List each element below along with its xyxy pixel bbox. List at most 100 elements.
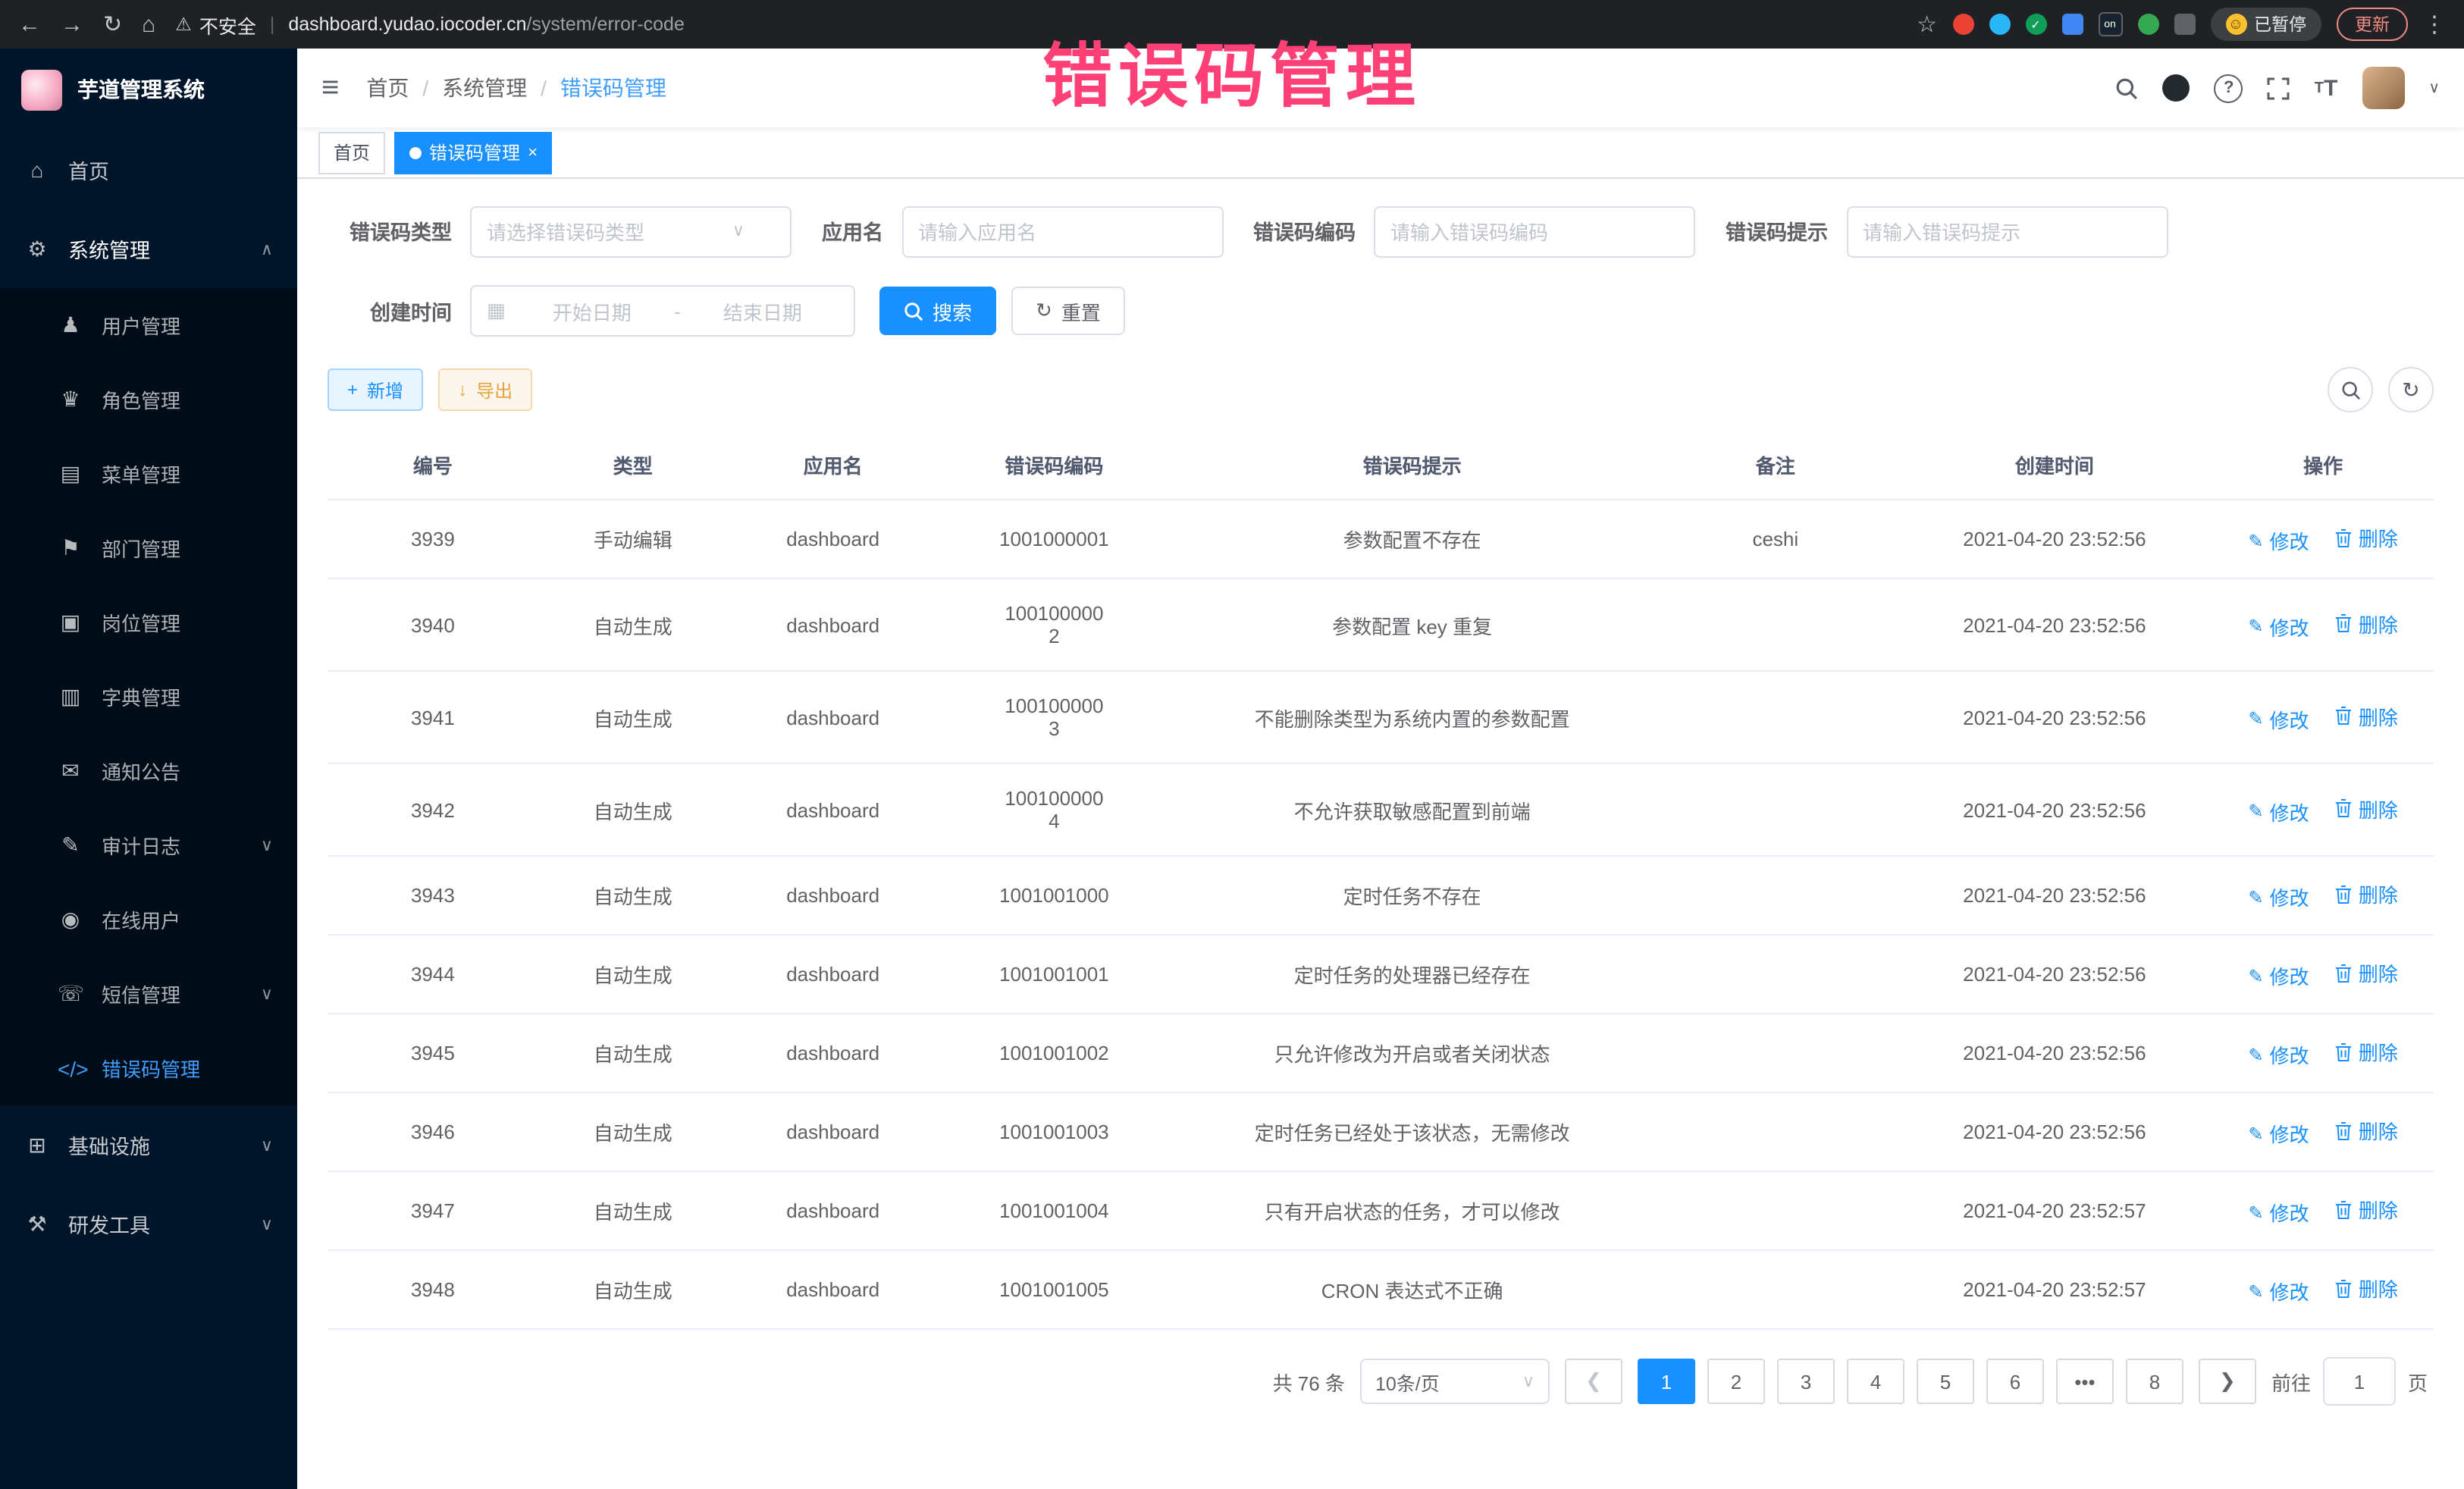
sidebar-item[interactable]: ⚙ 系统管理 ∧ — [0, 209, 297, 288]
prev-page-button[interactable]: ❮ — [1565, 1359, 1622, 1404]
delete-button[interactable]: 删除 — [2336, 879, 2398, 908]
delete-button[interactable]: 删除 — [2336, 958, 2398, 987]
code-value: 1001000001 — [999, 528, 1109, 550]
delete-button[interactable]: 删除 — [2336, 609, 2398, 638]
cell-create-time: 2021-04-20 23:52:57 — [1897, 1250, 2213, 1329]
edit-button[interactable]: ✎ 修改 — [2248, 612, 2309, 641]
page-number-button[interactable]: 5 — [1917, 1359, 1974, 1404]
tab[interactable]: 错误码管理 × — [394, 131, 553, 174]
next-page-button[interactable]: ❯ — [2199, 1359, 2256, 1404]
sidebar-subitem[interactable]: ⚑ 部门管理 — [0, 511, 297, 585]
page-size-select[interactable]: 10条/页 ∨ — [1360, 1359, 1550, 1404]
profile-sync-pill[interactable]: ☺ 已暂停 — [2210, 8, 2321, 41]
delete-button[interactable]: 删除 — [2336, 1195, 2398, 1224]
page-number-button[interactable]: 2 — [1707, 1359, 1765, 1404]
cell-create-time: 2021-04-20 23:52:56 — [1897, 500, 2213, 578]
breadcrumb-item[interactable]: 首页 — [366, 73, 409, 103]
page-number-button[interactable]: 6 — [1986, 1359, 2044, 1404]
error-type-select[interactable]: ∨ — [470, 206, 758, 255]
edit-button[interactable]: ✎ 修改 — [2248, 1277, 2309, 1306]
extension-icon-on[interactable]: on — [2098, 12, 2122, 36]
delete-button[interactable]: 删除 — [2336, 523, 2398, 552]
delete-button[interactable]: 删除 — [2336, 794, 2398, 823]
address-bar[interactable]: ⚠ 不安全 | dashboard.yudao.iocoder.cn/syste… — [175, 10, 1897, 39]
page-number-button[interactable]: 8 — [2126, 1359, 2183, 1404]
sidebar-item[interactable]: ⚒ 研发工具 ∨ — [0, 1184, 297, 1263]
page-number-button[interactable]: ••• — [2056, 1359, 2114, 1404]
edit-button[interactable]: ✎ 修改 — [2248, 1198, 2309, 1227]
edit-button[interactable]: ✎ 修改 — [2248, 526, 2309, 555]
sidebar-subitem[interactable]: ♛ 角色管理 — [0, 362, 297, 437]
sidebar-subitem[interactable]: ✉ 通知公告 — [0, 734, 297, 808]
avatar-caret-icon[interactable]: ∨ — [2428, 80, 2440, 96]
sidebar-subitem[interactable]: ▤ 菜单管理 — [0, 437, 297, 511]
add-button[interactable]: + 新增 — [328, 368, 423, 411]
error-type-select-input[interactable] — [470, 206, 792, 258]
sidebar-subitem[interactable]: </> 错误码管理 — [0, 1031, 297, 1105]
kebab-menu-icon[interactable]: ⋮ — [2423, 13, 2446, 36]
page-number-button[interactable]: 4 — [1847, 1359, 1904, 1404]
delete-label: 删除 — [2359, 794, 2398, 823]
breadcrumb-item[interactable]: 系统管理 — [442, 73, 527, 103]
extensions-puzzle-icon[interactable] — [2174, 14, 2195, 35]
error-hint-field[interactable] — [1846, 206, 2134, 255]
edit-button[interactable]: ✎ 修改 — [2248, 961, 2309, 990]
update-button[interactable]: 更新 — [2337, 8, 2408, 41]
sidebar-subitem[interactable]: ◉ 在线用户 — [0, 882, 297, 957]
error-code-field[interactable] — [1374, 206, 1662, 255]
bookmark-star-icon[interactable]: ☆ — [1917, 13, 1937, 36]
sidebar-subitem[interactable]: ▥ 字典管理 — [0, 660, 297, 734]
error-hint-input[interactable] — [1846, 206, 2168, 258]
tab-close-icon[interactable]: × — [528, 143, 538, 161]
back-icon[interactable]: ← — [18, 13, 41, 36]
edit-button[interactable]: ✎ 修改 — [2248, 797, 2309, 826]
edit-button[interactable]: ✎ 修改 — [2248, 1040, 2309, 1069]
goto-page-input[interactable] — [2323, 1357, 2396, 1406]
edit-button[interactable]: ✎ 修改 — [2248, 704, 2309, 733]
search-button[interactable]: 搜索 — [879, 287, 996, 335]
extension-icon-check[interactable]: ✓ — [2025, 14, 2046, 35]
url-text[interactable]: dashboard.yudao.iocoder.cn/system/error-… — [288, 14, 685, 35]
toggle-search-button[interactable] — [2328, 367, 2373, 412]
home-icon[interactable]: ⌂ — [142, 13, 155, 36]
sidebar-subitem[interactable]: ♟ 用户管理 — [0, 288, 297, 362]
error-code-input[interactable] — [1374, 206, 1695, 258]
filter-label: 应用名 — [822, 215, 883, 246]
security-status[interactable]: ⚠ 不安全 — [175, 10, 256, 39]
menu-item-label: 在线用户 — [102, 905, 180, 934]
extension-icon-drop[interactable] — [1989, 14, 2010, 35]
sidebar-subitem[interactable]: ✎ 审计日志 ∨ — [0, 808, 297, 882]
delete-button[interactable]: 删除 — [2336, 1037, 2398, 1066]
extension-icon-grid[interactable] — [2061, 14, 2083, 35]
search-icon[interactable] — [2116, 77, 2139, 99]
delete-button[interactable]: 删除 — [2336, 1116, 2398, 1145]
sidebar-item[interactable]: ⊞ 基础设施 ∨ — [0, 1105, 297, 1184]
extension-icon-red[interactable] — [1952, 14, 1973, 35]
github-icon[interactable] — [2163, 74, 2190, 102]
app-name-field[interactable] — [901, 206, 1190, 255]
user-avatar[interactable] — [2362, 67, 2404, 109]
font-size-icon[interactable]: TT — [2315, 75, 2338, 101]
edit-button[interactable]: ✎ 修改 — [2248, 882, 2309, 911]
page-number-button[interactable]: 3 — [1777, 1359, 1835, 1404]
extension-icon-leaf[interactable] — [2137, 14, 2158, 35]
date-range-picker[interactable]: ▦ 开始日期 - 结束日期 — [470, 285, 855, 337]
sidebar-subitem[interactable]: ▣ 岗位管理 — [0, 585, 297, 660]
sidebar-item[interactable]: ⌂ 首页 — [0, 130, 297, 209]
refresh-table-button[interactable]: ↻ — [2388, 367, 2434, 412]
fullscreen-icon[interactable] — [2268, 77, 2290, 99]
help-icon[interactable]: ? — [2215, 74, 2243, 102]
tab[interactable]: 首页 — [318, 131, 385, 174]
app-name-input[interactable] — [901, 206, 1223, 258]
hamburger-icon[interactable]: ≡ — [321, 71, 339, 105]
delete-button[interactable]: 删除 — [2336, 1274, 2398, 1302]
forward-icon[interactable]: → — [61, 13, 83, 36]
reload-icon[interactable]: ↻ — [103, 13, 122, 36]
export-button[interactable]: ↓ 导出 — [438, 368, 532, 411]
sidebar-logo[interactable]: 芋道管理系统 — [0, 49, 297, 130]
edit-button[interactable]: ✎ 修改 — [2248, 1119, 2309, 1148]
sidebar-subitem[interactable]: ☏ 短信管理 ∨ — [0, 957, 297, 1031]
reset-button[interactable]: ↻ 重置 — [1011, 287, 1125, 335]
page-number-button[interactable]: 1 — [1638, 1359, 1695, 1404]
delete-button[interactable]: 删除 — [2336, 701, 2398, 730]
